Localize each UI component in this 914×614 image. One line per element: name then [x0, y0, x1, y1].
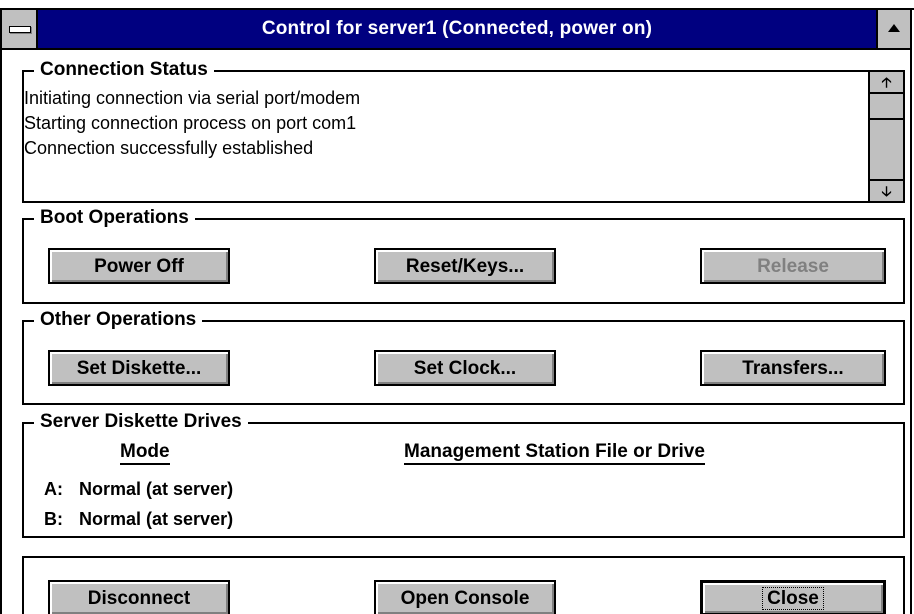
server-diskette-drives-group: Server Diskette Drives Mode Management S…: [22, 410, 905, 538]
boot-operations-group: Boot Operations Power Off Reset/Keys... …: [22, 206, 905, 304]
set-clock-button[interactable]: Set Clock...: [374, 350, 556, 386]
status-line: Starting connection process on port com1: [24, 113, 357, 133]
status-line: Initiating connection via serial port/mo…: [24, 88, 361, 108]
drive-letter: B:: [44, 509, 63, 529]
dialog-buttons-group: Disconnect Open Console Close: [22, 556, 905, 614]
system-menu-button[interactable]: [2, 10, 38, 48]
drive-mode: Normal (at server): [79, 479, 234, 499]
scroll-track[interactable]: [870, 120, 903, 177]
drive-mode: Normal (at server): [79, 509, 234, 529]
reset-keys-button[interactable]: Reset/Keys...: [374, 248, 556, 284]
power-off-button[interactable]: Power Off: [48, 248, 230, 284]
open-console-button[interactable]: Open Console: [374, 580, 556, 614]
mode-column-header: Mode: [120, 441, 170, 465]
window-frame-right: [910, 8, 912, 614]
system-menu-icon: [9, 26, 31, 33]
other-operations-group: Other Operations Set Diskette... Set Clo…: [22, 308, 905, 405]
scroll-thumb[interactable]: [870, 94, 903, 120]
status-scrollbar[interactable]: 🡡 🡣: [868, 72, 903, 201]
scroll-up-button[interactable]: 🡡: [870, 72, 903, 94]
scroll-down-arrow-icon: 🡣: [881, 183, 892, 199]
drive-letter: A:: [44, 479, 63, 499]
scroll-up-arrow-icon: 🡡: [881, 74, 892, 90]
window-frame-left: [0, 8, 2, 614]
disconnect-button[interactable]: Disconnect: [48, 580, 230, 614]
scroll-down-button[interactable]: 🡣: [870, 179, 903, 201]
maximize-button[interactable]: [876, 10, 910, 48]
close-button-label: Close: [762, 587, 824, 610]
maximize-arrow-icon: [888, 24, 900, 32]
status-line: Connection successfully established: [24, 138, 314, 158]
connection-status-label: Connection Status: [34, 58, 214, 82]
close-button[interactable]: Close: [700, 580, 886, 614]
set-diskette-button[interactable]: Set Diskette...: [48, 350, 230, 386]
management-station-column-header: Management Station File or Drive: [404, 441, 705, 465]
window-title: Control for server1 (Connected, power on…: [261, 18, 653, 39]
server-control-window: Control for server1 (Connected, power on…: [0, 0, 914, 614]
title-bar[interactable]: Control for server1 (Connected, power on…: [2, 10, 910, 50]
connection-status-group: Connection Status Initiating connection …: [22, 58, 905, 203]
drive-row-b: B: Normal (at server): [44, 508, 233, 530]
drive-row-a: A: Normal (at server): [44, 478, 233, 500]
connection-status-log: Initiating connection via serial port/mo…: [24, 86, 868, 161]
release-button[interactable]: Release: [700, 248, 886, 284]
server-diskette-drives-label: Server Diskette Drives: [34, 410, 248, 434]
boot-operations-label: Boot Operations: [34, 206, 195, 230]
other-operations-label: Other Operations: [34, 308, 203, 332]
transfers-button[interactable]: Transfers...: [700, 350, 886, 386]
